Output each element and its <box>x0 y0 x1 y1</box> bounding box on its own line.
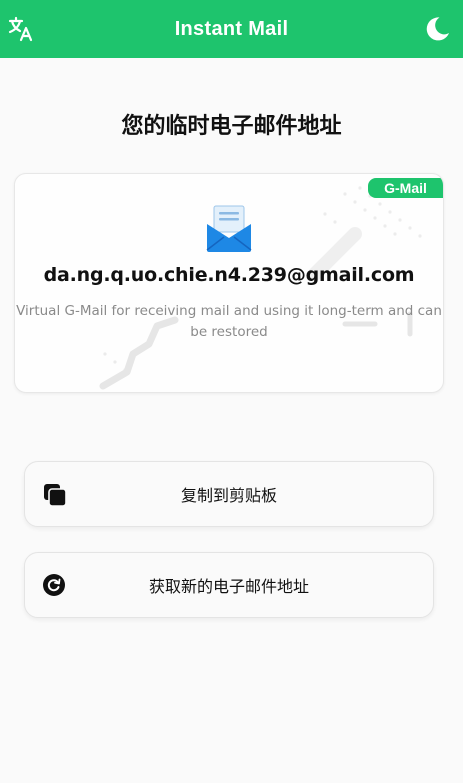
get-new-email-button[interactable]: 获取新的电子邮件地址 <box>24 552 434 618</box>
email-address: da.ng.q.uo.chie.n4.239@gmail.com <box>43 264 415 286</box>
app-title: Instant Mail <box>174 17 289 40</box>
app-header: Instant Mail <box>0 0 463 58</box>
mail-envelope-icon <box>206 205 252 252</box>
translate-icon[interactable] <box>4 12 38 46</box>
new-email-button-label: 获取新的电子邮件地址 <box>148 577 309 596</box>
page-title: 您的临时电子邮件地址 <box>121 114 342 139</box>
gmail-badge: G-Mail <box>368 178 443 198</box>
copy-to-clipboard-button[interactable]: 复制到剪贴板 <box>24 461 434 527</box>
copy-button-label: 复制到剪贴板 <box>180 486 277 505</box>
email-description: Virtual G-Mail for receiving mail and us… <box>16 303 442 340</box>
email-card: G-Mail da.ng.q.uo.chie.n4.239@gmail.com … <box>14 173 444 393</box>
moon-icon[interactable] <box>420 12 454 46</box>
